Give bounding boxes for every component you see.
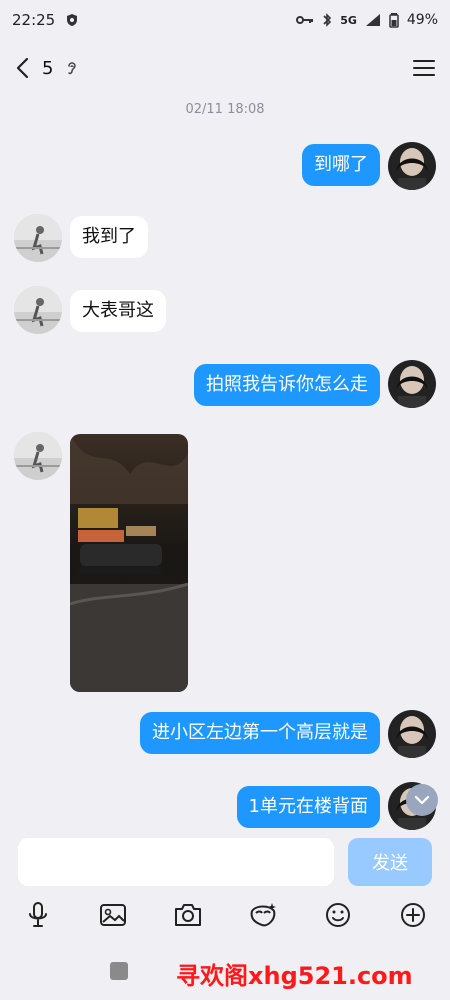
ear-icon	[63, 59, 81, 77]
message-bubble-outgoing[interactable]: 进小区左边第一个高层就是	[140, 712, 380, 754]
contact-avatar[interactable]	[14, 432, 62, 480]
network-label: 5G	[340, 13, 357, 27]
shield-icon	[65, 13, 79, 27]
system-nav-bar: 寻欢阁xhg521.com	[0, 940, 450, 1000]
plus-icon[interactable]	[395, 897, 431, 933]
chat-header: 5	[0, 40, 450, 96]
watermark: 寻欢阁xhg521.com	[176, 962, 413, 990]
message-input[interactable]	[18, 838, 334, 886]
contact-avatar[interactable]	[14, 286, 62, 334]
my-avatar[interactable]	[388, 360, 436, 408]
battery-percent: 49%	[406, 12, 438, 28]
message-bubble-outgoing[interactable]: 拍照我告诉你怎么走	[194, 364, 380, 406]
send-button[interactable]: 发送	[348, 838, 432, 886]
chevron-down-icon	[414, 791, 430, 810]
message-timestamp: 02/11 18:08	[185, 102, 265, 117]
camera-icon[interactable]	[170, 897, 206, 933]
key-icon	[296, 14, 314, 26]
signal-icon	[365, 13, 381, 27]
status-bar: 22:25 5G 49%	[0, 0, 450, 40]
message-bubble-outgoing[interactable]: 到哪了	[302, 144, 380, 186]
my-avatar[interactable]	[388, 710, 436, 758]
message-photo[interactable]	[70, 434, 188, 692]
my-avatar[interactable]	[388, 142, 436, 190]
battery-icon	[389, 12, 399, 28]
contact-avatar[interactable]	[14, 214, 62, 262]
scroll-to-bottom-button[interactable]	[406, 784, 438, 816]
mic-icon[interactable]	[20, 897, 56, 933]
message-bubble-incoming[interactable]: 我到了	[70, 216, 148, 258]
emoji-icon[interactable]	[320, 897, 356, 933]
message-list[interactable]: 02/11 18:08 到哪了 我到了 大表哥这 拍照我告诉你怎么走 进小区左边…	[0, 96, 450, 836]
message-bubble-incoming[interactable]: 大表哥这	[70, 290, 166, 332]
back-icon[interactable]	[14, 57, 32, 79]
bluetooth-icon	[322, 13, 332, 27]
sticker-icon[interactable]	[245, 897, 281, 933]
message-bubble-outgoing[interactable]: 1单元在楼背面	[236, 786, 380, 828]
input-toolbar	[0, 892, 450, 938]
menu-icon[interactable]	[412, 58, 436, 78]
recent-apps-button[interactable]	[110, 962, 128, 980]
composer: 发送	[0, 836, 450, 892]
unread-count: 5	[42, 57, 54, 79]
image-icon[interactable]	[95, 897, 131, 933]
status-time: 22:25	[12, 11, 56, 29]
